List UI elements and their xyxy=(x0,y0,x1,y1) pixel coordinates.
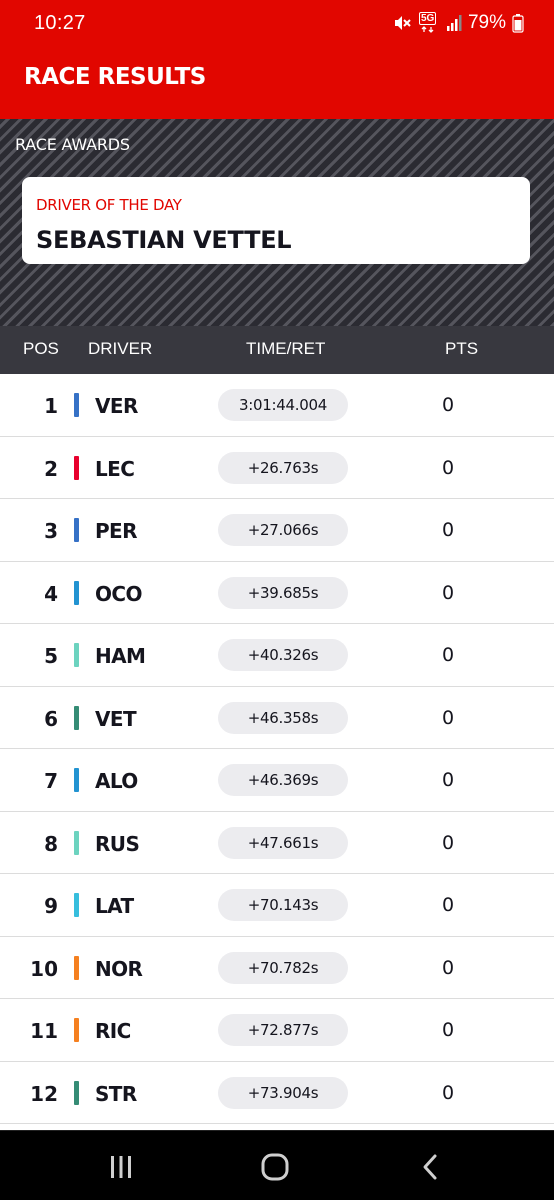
time-badge: +70.143s xyxy=(218,889,348,921)
time-badge: +73.904s xyxy=(218,1076,348,1109)
time-badge: +72.877s xyxy=(218,1014,348,1046)
team-color-bar xyxy=(74,455,79,480)
position-number: 8 xyxy=(44,831,58,856)
table-row[interactable]: 2 LEC +26.763s 0 xyxy=(0,437,554,499)
table-row[interactable]: 3 PER +27.066s 0 xyxy=(0,499,554,562)
driver-code: LEC xyxy=(95,456,135,481)
time-badge: +47.661s xyxy=(218,826,348,859)
points-value: 0 xyxy=(442,956,455,979)
back-icon[interactable] xyxy=(416,1153,446,1181)
team-color-bar xyxy=(74,893,79,917)
driver-code: HAM xyxy=(95,644,146,668)
team-color-bar xyxy=(74,518,79,542)
time-badge: +70.782s xyxy=(218,951,348,984)
column-header-pts: PTS xyxy=(445,339,479,358)
column-header-driver: DRIVER xyxy=(88,339,153,358)
time-badge: 3:01:44.004 xyxy=(218,389,348,421)
driver-code: NOR xyxy=(95,956,143,981)
points-value: 0 xyxy=(442,1019,455,1041)
column-header-pos: POS xyxy=(23,339,59,358)
status-time: 10:27 xyxy=(34,12,86,34)
app-header: 10:27 5G 79% RACE RESULTS xyxy=(0,0,554,119)
table-row[interactable]: 9 LAT +70.143s 0 xyxy=(0,874,554,937)
position-number: 11 xyxy=(30,1019,58,1043)
battery-text: 79% xyxy=(467,12,506,33)
team-color-bar xyxy=(74,643,79,667)
position-number: 5 xyxy=(44,644,58,668)
team-color-bar xyxy=(74,830,79,855)
results-list: 1 VER 3:01:44.004 0 2 LEC +26.763s 0 3 PER +27.066… xyxy=(0,374,554,1124)
team-color-bar xyxy=(74,1080,79,1105)
system-nav-bar xyxy=(0,1130,554,1200)
table-row[interactable]: 4 OCO +39.685s 0 xyxy=(0,562,554,624)
table-row[interactable]: 11 RIC +72.877s 0 xyxy=(0,999,554,1062)
table-row[interactable]: 8 RUS +47.661s 0 xyxy=(0,812,554,874)
position-number: 1 xyxy=(44,394,58,418)
status-bar: 10:27 5G 79% xyxy=(0,0,554,50)
award-driver-name: SEBASTIAN VETTEL xyxy=(36,226,292,254)
driver-code: VER xyxy=(95,394,138,418)
award-label: DRIVER OF THE DAY xyxy=(36,196,182,214)
position-number: 3 xyxy=(44,519,58,543)
driver-code: ALO xyxy=(95,769,138,793)
points-value: 0 xyxy=(442,581,455,604)
time-badge: +26.763s xyxy=(218,451,348,484)
recent-apps-icon[interactable] xyxy=(106,1153,136,1181)
position-number: 7 xyxy=(44,769,58,793)
points-value: 0 xyxy=(442,644,455,666)
points-value: 0 xyxy=(442,394,455,416)
position-number: 2 xyxy=(44,456,58,481)
race-awards-section: RACE AWARDS DRIVER OF THE DAY SEBASTIAN … xyxy=(0,119,554,326)
page-title: RACE RESULTS xyxy=(24,64,206,90)
status-icons: 5G 79% xyxy=(392,12,524,34)
table-row[interactable]: 7 ALO +46.369s 0 xyxy=(0,749,554,812)
time-badge: +46.358s xyxy=(218,701,348,734)
time-badge: +27.066s xyxy=(218,514,348,546)
driver-code: RUS xyxy=(95,831,140,856)
position-number: 4 xyxy=(44,581,58,606)
signal-icon xyxy=(446,14,462,32)
table-row[interactable]: 6 VET +46.358s 0 xyxy=(0,687,554,749)
points-value: 0 xyxy=(442,706,455,729)
home-icon[interactable] xyxy=(260,1153,290,1181)
time-badge: +39.685s xyxy=(218,576,348,609)
table-row[interactable]: 1 VER 3:01:44.004 0 xyxy=(0,374,554,437)
points-value: 0 xyxy=(442,894,455,916)
driver-code: OCO xyxy=(95,581,142,606)
points-value: 0 xyxy=(442,1081,455,1104)
position-number: 10 xyxy=(30,956,58,981)
position-number: 12 xyxy=(30,1081,58,1106)
race-awards-title: RACE AWARDS xyxy=(15,135,130,154)
time-badge: +46.369s xyxy=(218,764,348,796)
points-value: 0 xyxy=(442,456,455,479)
team-color-bar xyxy=(74,393,79,417)
network-5g-icon: 5G xyxy=(418,12,440,34)
driver-code: STR xyxy=(95,1081,137,1106)
time-badge: +40.326s xyxy=(218,639,348,671)
points-value: 0 xyxy=(442,831,455,854)
points-value: 0 xyxy=(442,519,455,541)
mute-icon xyxy=(392,13,412,33)
battery-icon xyxy=(512,13,524,33)
column-header-time: TIME/RET xyxy=(246,339,326,358)
driver-code: VET xyxy=(95,706,137,731)
position-number: 9 xyxy=(44,894,58,918)
table-row[interactable]: 12 STR +73.904s 0 xyxy=(0,1062,554,1124)
points-value: 0 xyxy=(442,769,455,791)
team-color-bar xyxy=(74,768,79,792)
team-color-bar xyxy=(74,580,79,605)
team-color-bar xyxy=(74,705,79,730)
driver-code: LAT xyxy=(95,894,134,918)
table-row[interactable]: 10 NOR +70.782s 0 xyxy=(0,937,554,999)
team-color-bar xyxy=(74,1018,79,1042)
position-number: 6 xyxy=(44,706,58,731)
driver-code: PER xyxy=(95,519,138,543)
table-row[interactable]: 5 HAM +40.326s 0 xyxy=(0,624,554,687)
driver-code: RIC xyxy=(95,1019,131,1043)
results-table-header: POS DRIVER TIME/RET PTS xyxy=(0,326,554,374)
team-color-bar xyxy=(74,955,79,980)
driver-of-the-day-card[interactable]: DRIVER OF THE DAY SEBASTIAN VETTEL xyxy=(22,177,530,264)
